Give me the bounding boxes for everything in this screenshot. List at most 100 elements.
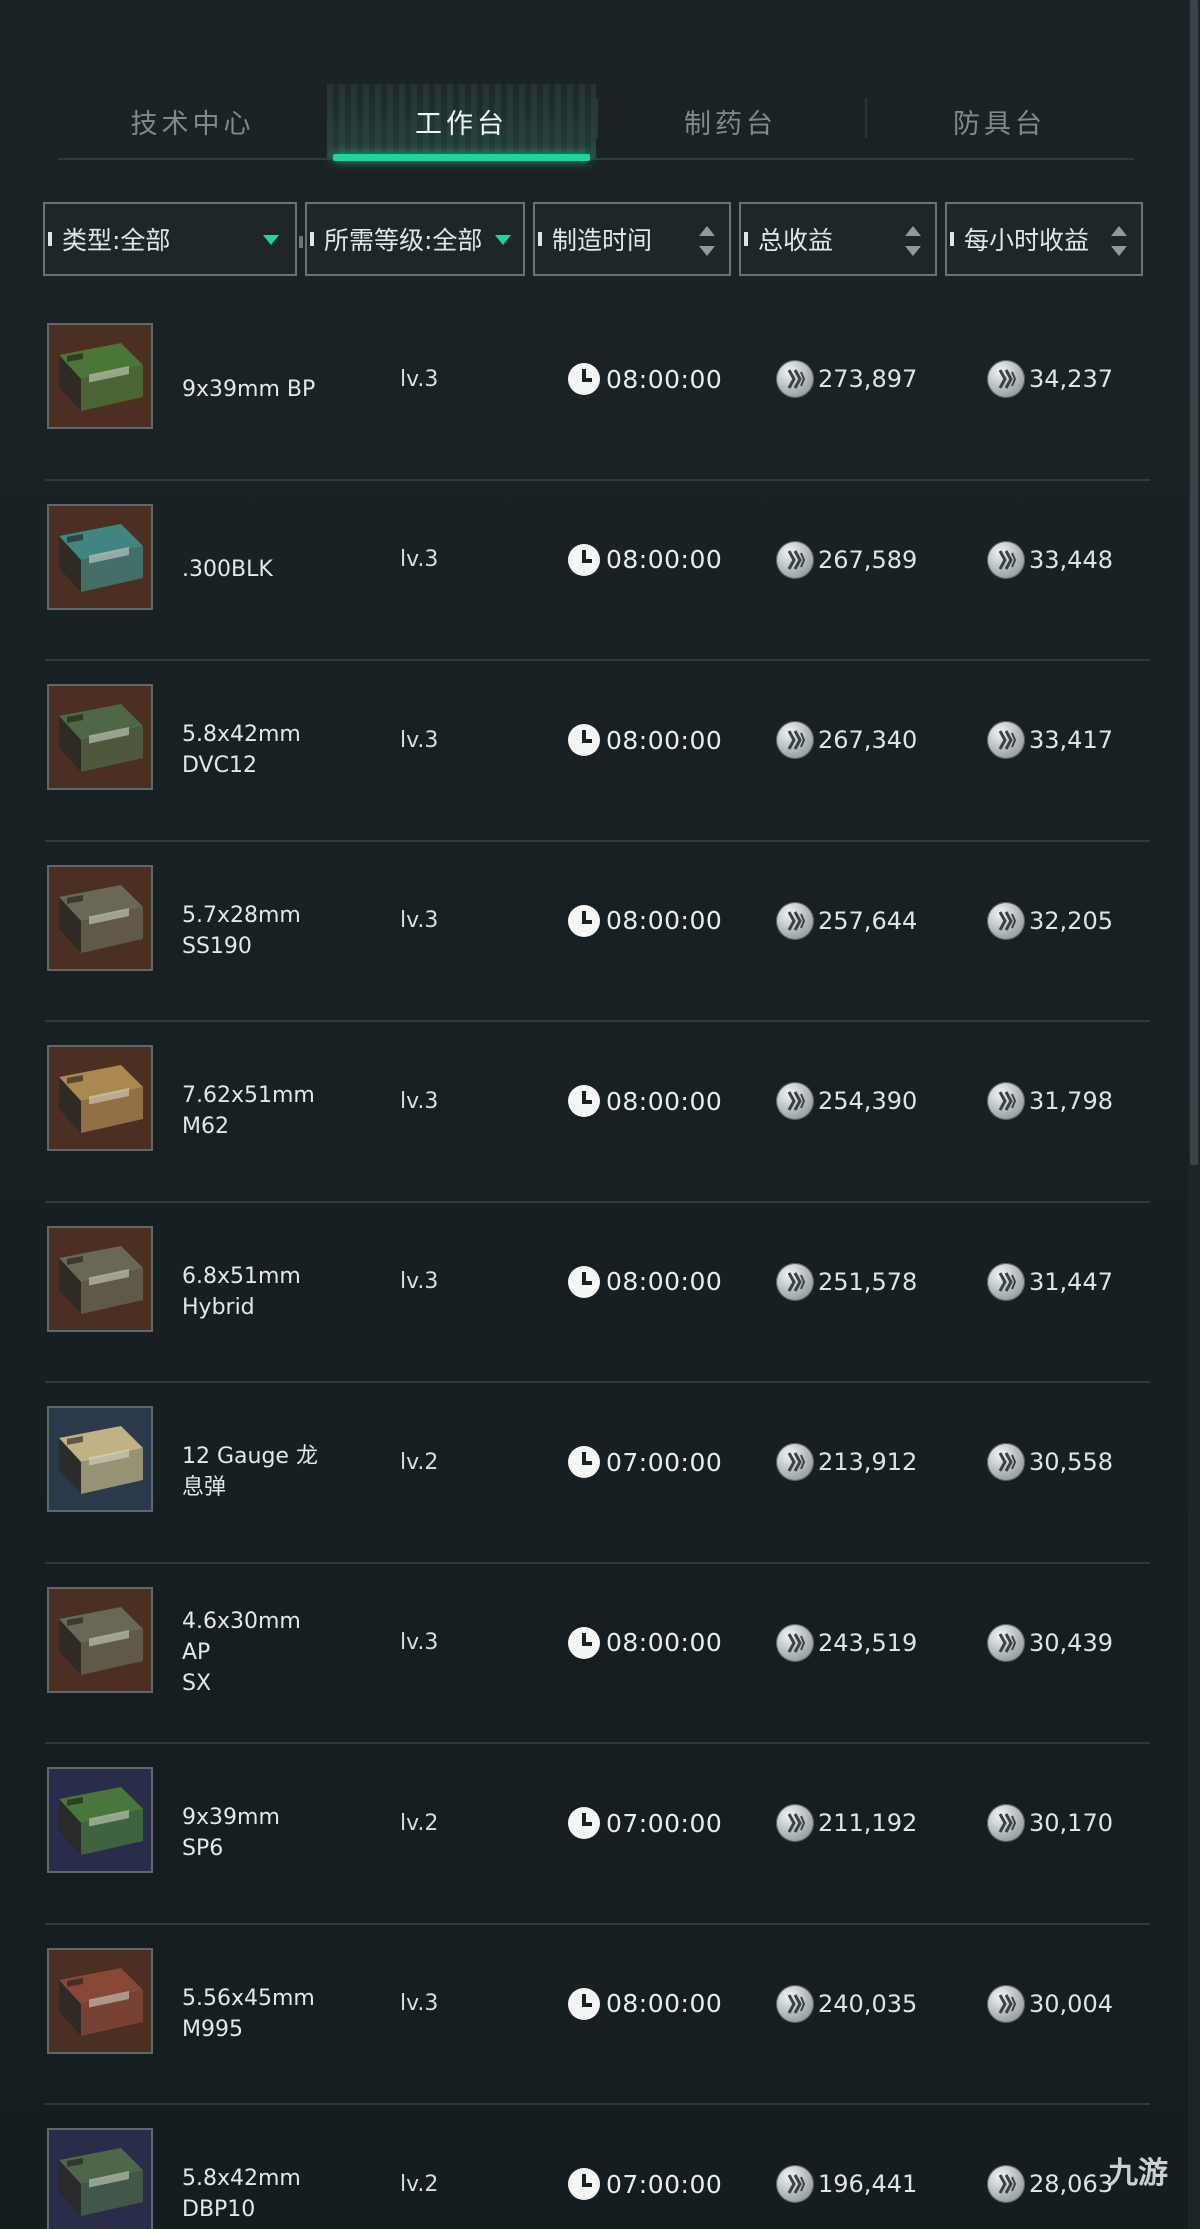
craft-row[interactable]: 5.7x28mm SS190 lv.3 08:00:00 257,644 32,205 <box>45 842 1150 1022</box>
total-profit-value: 257,644 <box>818 906 918 935</box>
craft-time-value: 08:00:00 <box>606 364 723 394</box>
craft-row[interactable]: 6.8x51mm Hybrid lv.3 08:00:00 251,578 31,447 <box>45 1203 1150 1383</box>
notch-mark <box>310 232 314 246</box>
total-profit-value: 211,192 <box>818 1809 918 1837</box>
hourly-profit-value: 32,205 <box>1029 906 1113 935</box>
coin-icon <box>987 1443 1025 1481</box>
notch-mark <box>744 232 748 246</box>
scrollbar-thumb[interactable] <box>1190 0 1198 1165</box>
total-profit-value: 267,340 <box>818 726 918 754</box>
clock-icon <box>568 363 600 395</box>
craft-time-value: 08:00:00 <box>606 1628 723 1657</box>
hourly-sort-button[interactable]: 每小时收益 <box>945 202 1143 276</box>
total-profit-value: 243,519 <box>818 1628 918 1657</box>
item-name: 6.8x51mm Hybrid <box>182 1263 301 1320</box>
craft-time-value: 08:00:00 <box>606 1086 723 1116</box>
coin-icon <box>776 360 814 398</box>
time-sort-button[interactable]: 制造时间 <box>533 202 731 276</box>
coin-icon <box>987 901 1025 940</box>
item-name: 7.62x51mm M62 <box>182 1083 315 1139</box>
tab-workbench[interactable]: 工作台 <box>327 84 596 161</box>
craft-row[interactable]: 5.56x45mm M995 lv.3 08:00:00 240,035 30,004 <box>45 1925 1150 2105</box>
hourly-profit: 30,170 <box>987 1744 1113 1902</box>
divider-tick <box>299 236 303 248</box>
hourly-profit-value: 30,439 <box>1029 1628 1113 1657</box>
chevron-down-icon <box>495 235 511 245</box>
ammo-box-thumbnail <box>47 684 153 790</box>
required-level: lv.3 <box>400 1269 439 1294</box>
craft-row[interactable]: 9x39mm SP6 lv.2 07:00:00 211,192 30,170 <box>45 1744 1150 1925</box>
total-profit: 211,192 <box>776 1744 917 1902</box>
total-profit-value: 240,035 <box>818 1989 918 2018</box>
craft-time-value: 08:00:00 <box>606 906 723 935</box>
hourly-profit: 30,439 <box>987 1564 1113 1722</box>
item-name: 5.7x28mm SS190 <box>182 902 301 959</box>
required-level: lv.2 <box>400 1449 439 1475</box>
watermark-text: 九游 <box>1108 2156 1168 2191</box>
ammo-box-thumbnail <box>47 1767 153 1873</box>
total-profit-value: 267,589 <box>818 545 918 574</box>
required-level: lv.3 <box>400 908 439 933</box>
craft-row[interactable]: 12 Gauge 龙 息弹 lv.2 07:00:00 213,912 30,558 <box>45 1383 1150 1564</box>
hourly-profit: 34,237 <box>987 300 1113 458</box>
required-level: lv.3 <box>400 366 439 392</box>
craft-row[interactable]: 5.8x42mm DBP10 lv.2 07:00:00 196,441 28,063 <box>45 2105 1150 2229</box>
required-level: lv.3 <box>400 1991 439 2016</box>
item-name: 5.8x42mm DVC12 <box>182 722 301 778</box>
required-level: lv.3 <box>400 1630 439 1655</box>
coin-icon <box>776 1804 814 1842</box>
hourly-profit: 30,004 <box>987 1925 1113 2083</box>
ammo-box-thumbnail <box>47 1406 153 1512</box>
clock-icon <box>568 1807 600 1839</box>
hourly-profit-value: 33,448 <box>1029 545 1113 574</box>
clock-icon <box>568 1446 600 1478</box>
coin-icon <box>987 540 1025 579</box>
hourly-profit-value: 31,447 <box>1029 1267 1113 1296</box>
clock-icon <box>568 1626 600 1659</box>
total-profit: 267,340 <box>776 661 917 819</box>
hourly-profit: 32,205 <box>987 842 1113 1000</box>
type-filter-dropdown[interactable]: 类型:全部 <box>43 202 303 276</box>
coin-icon <box>776 1984 814 2023</box>
required-level: lv.3 <box>400 1088 439 1114</box>
station-tabs: 技术中心 工作台 制药台 防具台 <box>58 84 1134 161</box>
level-filter-dropdown[interactable]: 所需等级:全部 <box>305 202 525 276</box>
ammo-box-thumbnail <box>47 1586 153 1693</box>
notch-mark <box>538 232 542 246</box>
total-profit: 251,578 <box>776 1203 917 1361</box>
item-name: 9x39mm SP6 <box>182 1805 280 1861</box>
coin-icon <box>776 540 814 579</box>
tab-armor[interactable]: 防具台 <box>865 84 1134 158</box>
craft-time-value: 07:00:00 <box>606 1808 723 1838</box>
coin-icon <box>776 1623 814 1662</box>
craft-time: 07:00:00 <box>568 1744 722 1902</box>
hourly-sort-label: 每小时收益 <box>964 226 1090 255</box>
tab-tech-center[interactable]: 技术中心 <box>58 84 327 158</box>
sort-icon <box>1111 226 1127 256</box>
hourly-profit: 31,447 <box>987 1203 1113 1361</box>
hourly-profit-value: 30,004 <box>1029 1989 1113 2018</box>
total-profit: 243,519 <box>776 1564 917 1722</box>
craft-time: 08:00:00 <box>568 300 722 458</box>
total-profit: 240,035 <box>776 1925 917 2083</box>
total-sort-button[interactable]: 总收益 <box>739 202 937 276</box>
craft-time: 07:00:00 <box>568 1383 722 1541</box>
craft-time: 08:00:00 <box>568 481 722 639</box>
craft-row[interactable]: 5.8x42mm DVC12 lv.3 08:00:00 267,340 33,417 <box>45 661 1150 842</box>
craft-time-value: 08:00:00 <box>606 1989 723 2018</box>
hourly-profit: 30,558 <box>987 1383 1113 1541</box>
craft-time-value: 08:00:00 <box>606 725 723 755</box>
hourly-profit: 33,448 <box>987 481 1113 639</box>
craft-list: 9x39mm BP lv.3 08:00:00 273,897 34,237 .300BL… <box>45 300 1150 2229</box>
notch-mark <box>950 232 954 246</box>
tab-pharmacy[interactable]: 制药台 <box>596 84 865 158</box>
craft-row[interactable]: 7.62x51mm M62 lv.3 08:00:00 254,390 31,798 <box>45 1022 1150 1203</box>
total-profit-value: 196,441 <box>818 2170 918 2198</box>
craft-time: 07:00:00 <box>568 2105 722 2229</box>
craft-row[interactable]: 9x39mm BP lv.3 08:00:00 273,897 34,237 <box>45 300 1150 481</box>
item-name: 5.8x42mm DBP10 <box>182 2166 301 2222</box>
craft-row[interactable]: 4.6x30mm AP SX lv.3 08:00:00 243,519 30,439 <box>45 1564 1150 1744</box>
craft-row[interactable]: .300BLK lv.3 08:00:00 267,589 33,448 <box>45 481 1150 661</box>
craft-time-value: 07:00:00 <box>606 2169 723 2199</box>
hourly-profit: 33,417 <box>987 661 1113 819</box>
